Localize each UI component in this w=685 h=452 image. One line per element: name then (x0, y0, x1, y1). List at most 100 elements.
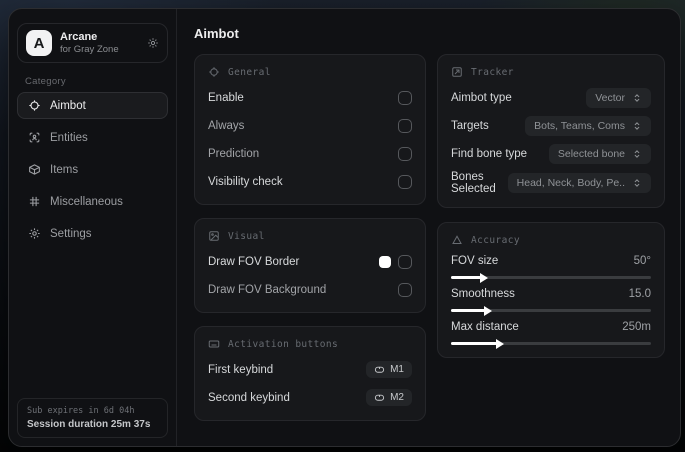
panel-title: Activation buttons (228, 338, 339, 350)
tracker-panel-header: Tracker (451, 66, 651, 78)
chevron-updown-icon (632, 93, 642, 103)
setting-label: Visibility check (208, 175, 283, 188)
enable-checkbox[interactable] (398, 90, 412, 105)
smoothness-slider[interactable] (451, 305, 651, 316)
aimbot-type-dropdown[interactable]: Vector (586, 87, 651, 108)
setting-row: Enable (208, 87, 412, 108)
accuracy-panel: Accuracy FOV size 50° Smoothness 15.0 Ma… (437, 222, 665, 358)
bones-selected-dropdown[interactable]: Head, Neck, Body, Pe.. (507, 173, 651, 193)
crosshair-icon (28, 99, 41, 112)
find-bone-type-dropdown[interactable]: Selected bone (548, 143, 651, 164)
chevron-updown-icon (632, 121, 642, 131)
setting-label: Prediction (208, 147, 260, 160)
setting-label: Max distance (451, 321, 519, 333)
entity-scan-icon (28, 131, 41, 144)
fov-size-setting: FOV size 50° (451, 255, 651, 283)
slider-fill (451, 305, 492, 316)
visibility-check-checkbox[interactable] (398, 174, 412, 189)
chevron-updown-icon (632, 178, 642, 188)
chevron-updown-icon (632, 149, 642, 159)
sidebar-item-label: Items (50, 163, 79, 176)
category-label: Category (25, 76, 66, 87)
max-distance-slider[interactable] (451, 338, 651, 349)
sidebar-item-miscellaneous[interactable]: Miscellaneous (17, 188, 168, 215)
hash-icon (28, 195, 41, 208)
fov-border-color-swatch[interactable] (379, 255, 391, 268)
smoothness-setting: Smoothness 15.0 (451, 288, 651, 316)
sidebar-item-label: Entities (50, 131, 88, 144)
dropdown-value: Bots, Teams, Coms (534, 119, 625, 132)
gear-icon (28, 227, 41, 240)
slider-fill (451, 338, 504, 349)
accuracy-panel-header: Accuracy (451, 234, 651, 246)
gear-icon[interactable] (147, 37, 159, 49)
slider-value: 15.0 (628, 288, 651, 300)
brand-logo: A (26, 30, 52, 56)
fov-size-slider[interactable] (451, 272, 651, 283)
slider-fill (451, 272, 488, 283)
mouse-icon (374, 364, 385, 375)
setting-row: Bones Selected Head, Neck, Body, Pe.. (451, 171, 651, 195)
targets-dropdown[interactable]: Bots, Teams, Coms (525, 115, 651, 136)
visual-panel: Visual Draw FOV Border Draw FOV Backgrou… (194, 218, 426, 313)
brand-subtitle: for Gray Zone (60, 43, 119, 55)
dropdown-value: Vector (595, 91, 625, 104)
sidebar-item-label: Aimbot (50, 99, 86, 112)
panel-title: Accuracy (471, 234, 520, 246)
setting-label: Aimbot type (451, 91, 512, 104)
sidebar-item-label: Miscellaneous (50, 195, 123, 208)
setting-row: First keybind M1 (208, 359, 412, 380)
sidebar-item-aimbot[interactable]: Aimbot (17, 92, 168, 119)
subscription-info: Sub expires in 6d 04h Session duration 2… (17, 398, 168, 438)
panel-title: Visual (228, 230, 265, 242)
app-window: A Arcane for Gray Zone Category Aimbot E… (8, 8, 681, 447)
brand-card: A Arcane for Gray Zone (17, 23, 168, 63)
sidebar-item-entities[interactable]: Entities (17, 124, 168, 151)
keyboard-icon (208, 338, 220, 350)
draw-fov-background-checkbox[interactable] (398, 282, 412, 297)
mouse-icon (374, 392, 385, 403)
setting-label: Bones Selected (451, 171, 496, 195)
setting-label: Draw FOV Border (208, 255, 300, 268)
general-panel-header: General (208, 66, 412, 78)
setting-row: Visibility check (208, 171, 412, 192)
setting-label: Draw FOV Background (208, 283, 327, 296)
setting-label: Smoothness (451, 288, 515, 300)
image-icon (208, 230, 220, 242)
activation-panel-header: Activation buttons (208, 338, 412, 350)
main-content: Aimbot General Enable Always Prediction … (177, 9, 680, 446)
setting-row: Draw FOV Border (208, 251, 412, 272)
setting-row: Prediction (208, 143, 412, 164)
always-checkbox[interactable] (398, 118, 412, 133)
sidebar: A Arcane for Gray Zone Category Aimbot E… (9, 9, 177, 446)
sub-expires-text: Sub expires in 6d 04h (27, 406, 135, 416)
setting-label: Targets (451, 119, 489, 132)
triangle-icon (451, 234, 463, 246)
sidebar-nav: Aimbot Entities Items Miscellaneous Sett… (9, 92, 176, 247)
second-keybind-button[interactable]: M2 (366, 389, 412, 406)
crosshair-icon (208, 66, 220, 78)
setting-row: Targets Bots, Teams, Coms (451, 115, 651, 136)
draw-fov-border-checkbox[interactable] (398, 254, 412, 269)
session-duration-text: Session duration 25m 37s (27, 419, 151, 430)
setting-row: Find bone type Selected bone (451, 143, 651, 164)
setting-label: Second keybind (208, 391, 290, 404)
slider-value: 50° (633, 255, 651, 267)
first-keybind-button[interactable]: M1 (366, 361, 412, 378)
slider-value: 250m (622, 321, 651, 333)
activation-buttons-panel: Activation buttons First keybind M1 Seco… (194, 326, 426, 421)
setting-row: Draw FOV Background (208, 279, 412, 300)
sidebar-item-items[interactable]: Items (17, 156, 168, 183)
prediction-checkbox[interactable] (398, 146, 412, 161)
visual-panel-header: Visual (208, 230, 412, 242)
setting-label: Enable (208, 91, 244, 104)
keybind-value: M1 (390, 364, 404, 375)
panel-title: Tracker (471, 66, 514, 78)
page-title: Aimbot (194, 26, 239, 41)
sidebar-item-settings[interactable]: Settings (17, 220, 168, 247)
box-icon (28, 163, 41, 176)
sidebar-item-label: Settings (50, 227, 92, 240)
dropdown-value: Head, Neck, Body, Pe.. (516, 177, 625, 189)
setting-row: Always (208, 115, 412, 136)
setting-label: Always (208, 119, 245, 132)
